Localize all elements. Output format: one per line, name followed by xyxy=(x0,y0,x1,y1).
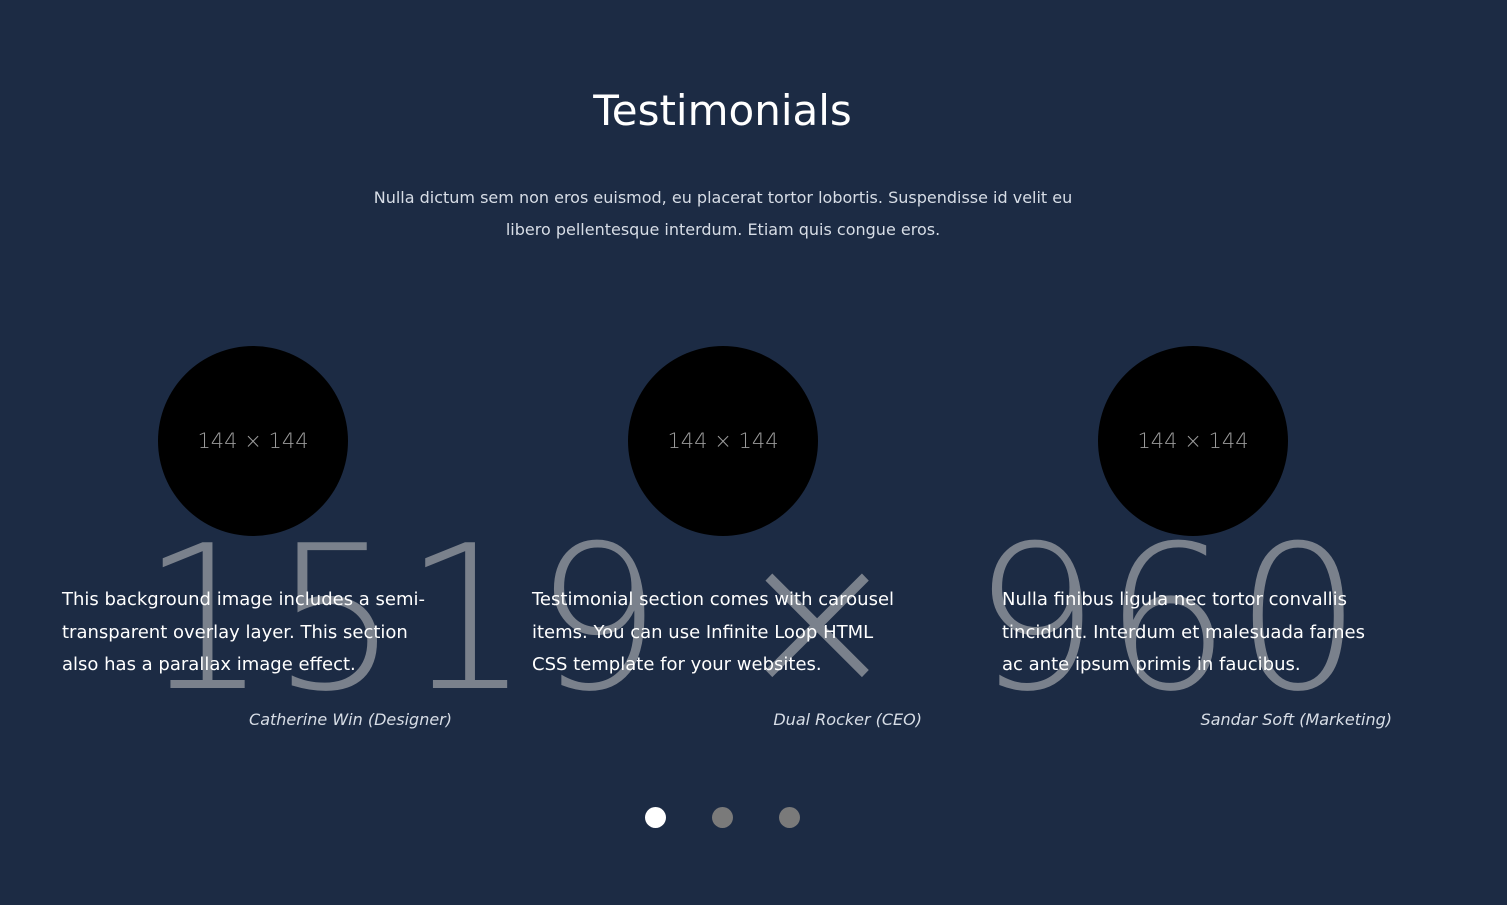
carousel-dot-2[interactable] xyxy=(712,807,733,828)
carousel-pagination xyxy=(645,807,800,828)
testimonial-author: Dual Rocker (CEO) xyxy=(773,710,922,729)
carousel-dot-3[interactable] xyxy=(779,807,800,828)
carousel-dot-1[interactable] xyxy=(645,807,666,828)
avatar: 144 × 144 xyxy=(1098,346,1288,536)
avatar-placeholder-label: 144 × 144 xyxy=(1137,429,1249,453)
avatar-placeholder-label: 144 × 144 xyxy=(667,429,779,453)
section-title: Testimonials xyxy=(593,86,852,135)
section-subtitle: Nulla dictum sem non eros euismod, eu pl… xyxy=(373,188,1073,239)
avatar: 144 × 144 xyxy=(158,346,348,536)
testimonial-author: Sandar Soft (Marketing) xyxy=(1200,710,1392,729)
avatar: 144 × 144 xyxy=(628,346,818,536)
testimonials-section: 1519 × 960 Testimonials Nulla dictum sem… xyxy=(0,0,1507,905)
testimonial-quote: This background image includes a semi-tr… xyxy=(62,589,426,675)
testimonial-author: Catherine Win (Designer) xyxy=(249,710,452,729)
avatar-placeholder-label: 144 × 144 xyxy=(197,429,309,453)
testimonial-quote: Testimonial section comes with carousel … xyxy=(532,589,895,675)
testimonial-quote: Nulla finibus ligula nec tortor convalli… xyxy=(1002,589,1365,675)
